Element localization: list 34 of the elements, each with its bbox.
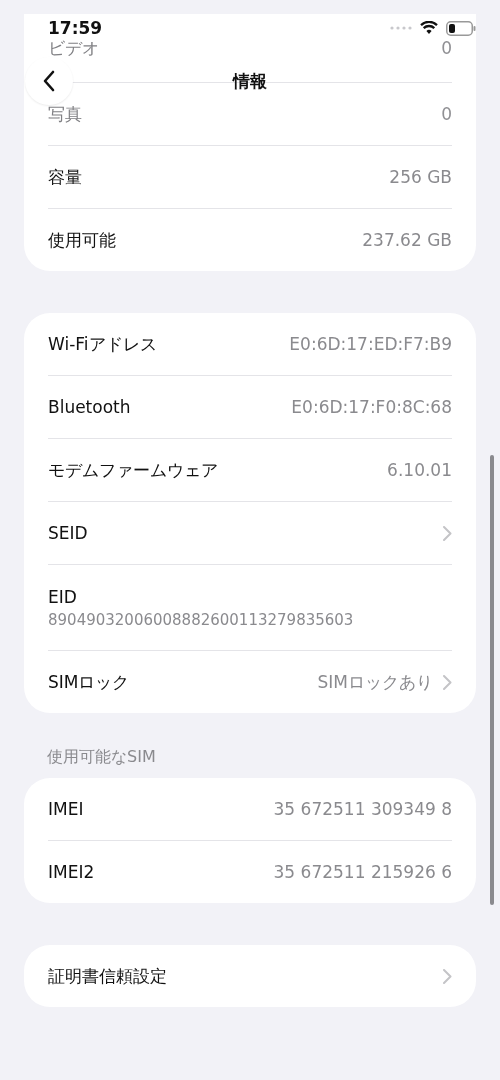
row-value: 35 672511 215926 6	[273, 862, 452, 882]
row-value: 237.62 GB	[362, 230, 452, 250]
row-value: 89049032006008882600113279835603	[48, 610, 354, 629]
chevron-icon	[443, 525, 452, 541]
row-value: 35 672511 309349 8	[273, 799, 452, 819]
chevron-icon	[443, 674, 452, 690]
row-label: Wi-Fiアドレス	[48, 332, 157, 356]
row-label: ビデオ	[48, 36, 99, 60]
wifi-icon	[420, 21, 438, 35]
row-label: 証明書信頼設定	[48, 964, 167, 988]
row-value: 256 GB	[389, 167, 452, 187]
signal-icon	[390, 26, 412, 30]
chevron-icon	[443, 968, 452, 984]
section-header: 使用可能なSIM	[47, 747, 156, 768]
row-label: 容量	[48, 165, 82, 189]
row-value: E0:6D:17:F0:8C:68	[291, 397, 452, 417]
row-label: IMEI	[48, 799, 84, 819]
row-label: モデムファームウェア	[48, 458, 218, 482]
row-value: 6.10.01	[387, 460, 452, 480]
row-label: EID	[48, 586, 77, 607]
row-value: 0	[441, 38, 452, 58]
row-label: 写真	[48, 102, 82, 126]
status-time: 17:59	[48, 18, 103, 38]
row-label: IMEI2	[48, 862, 95, 882]
row-value: SIMロックあり	[317, 670, 433, 694]
row-label: SIMロック	[48, 670, 130, 694]
back-icon	[43, 70, 55, 92]
nav-title: 情報	[233, 70, 267, 93]
row-value: 0	[441, 104, 452, 124]
row-value: E0:6D:17:ED:F7:B9	[289, 334, 452, 354]
row-label: SEID	[48, 523, 88, 543]
row-label: 使用可能	[48, 228, 116, 252]
row-label: Bluetooth	[48, 397, 131, 417]
battery-icon	[446, 20, 476, 36]
